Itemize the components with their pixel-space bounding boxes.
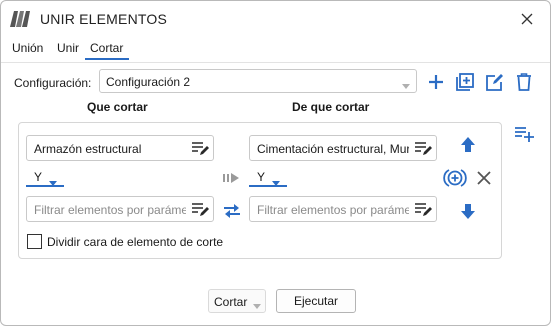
close-icon bbox=[477, 171, 491, 185]
delete-configuration-button[interactable] bbox=[513, 71, 535, 93]
left-parameter-placeholder: Filtrar elementos por parámetro bbox=[34, 203, 186, 217]
configuration-label: Configuración: bbox=[14, 76, 92, 90]
close-button[interactable] bbox=[516, 8, 538, 30]
right-parameter-filter-field[interactable]: Filtrar elementos por parámetro bbox=[249, 196, 437, 222]
tab-divider bbox=[1, 62, 550, 63]
active-tab-indicator bbox=[85, 58, 129, 60]
add-configuration-button[interactable] bbox=[425, 71, 447, 93]
chevron-down-icon bbox=[402, 79, 410, 93]
remove-rule-button[interactable] bbox=[473, 167, 495, 189]
move-down-button[interactable] bbox=[457, 200, 479, 222]
edit-filter-icon[interactable] bbox=[414, 140, 432, 159]
edit-configuration-button[interactable] bbox=[484, 71, 506, 93]
tab-union[interactable]: Unión bbox=[12, 41, 43, 61]
edit-filter-icon[interactable] bbox=[191, 140, 209, 159]
edit-icon bbox=[486, 74, 503, 91]
arrow-down-icon bbox=[461, 204, 475, 219]
add-condition-button[interactable] bbox=[443, 167, 467, 189]
title-bar: UNIR ELEMENTOS bbox=[1, 1, 550, 37]
configuration-select[interactable]: Configuración 2 bbox=[99, 69, 417, 93]
left-filter-value: Armazón estructural bbox=[34, 142, 142, 156]
swap-icon bbox=[224, 204, 240, 218]
right-parameter-placeholder: Filtrar elementos por parámetro bbox=[257, 203, 409, 217]
add-rule-button[interactable] bbox=[513, 122, 535, 144]
add-rule-icon bbox=[515, 127, 534, 142]
edit-filter-icon[interactable] bbox=[191, 201, 209, 220]
mode-value: Cortar bbox=[214, 295, 248, 309]
operator-underline bbox=[26, 185, 64, 187]
left-filter-field[interactable]: Armazón estructural bbox=[26, 135, 214, 161]
arrow-up-icon bbox=[461, 137, 475, 152]
edit-filter-icon[interactable] bbox=[414, 201, 432, 220]
left-operator-select[interactable]: Y bbox=[26, 168, 64, 188]
delete-icon bbox=[517, 73, 531, 91]
right-operator-select[interactable]: Y bbox=[249, 168, 287, 188]
configuration-value: Configuración 2 bbox=[106, 75, 191, 89]
add-condition-icon bbox=[443, 169, 467, 187]
move-up-button[interactable] bbox=[457, 134, 479, 156]
swap-button[interactable] bbox=[221, 200, 243, 222]
split-face-label: Dividir cara de elemento de corte bbox=[47, 235, 224, 249]
duplicate-configuration-button[interactable] bbox=[454, 71, 476, 93]
split-face-checkbox[interactable] bbox=[27, 234, 42, 249]
window-title: UNIR ELEMENTOS bbox=[40, 11, 168, 27]
mode-select[interactable]: Cortar bbox=[208, 289, 266, 313]
right-filter-field[interactable]: Cimentación estructural, Muros bbox=[249, 135, 437, 161]
duplicate-icon bbox=[456, 73, 474, 91]
app-logo-icon bbox=[10, 10, 32, 28]
tab-unir[interactable]: Unir bbox=[57, 41, 79, 61]
what-to-cut-header: Que cortar bbox=[87, 100, 148, 114]
cut-from-header: De que cortar bbox=[292, 100, 370, 114]
close-icon bbox=[521, 13, 533, 25]
execute-button[interactable]: Ejecutar bbox=[276, 289, 356, 313]
add-icon bbox=[429, 75, 443, 89]
left-parameter-filter-field[interactable]: Filtrar elementos por parámetro bbox=[26, 196, 214, 222]
right-operator-value: Y bbox=[257, 170, 266, 184]
cut-direction-icon bbox=[221, 167, 243, 189]
left-operator-value: Y bbox=[34, 170, 43, 184]
right-filter-value: Cimentación estructural, Muros bbox=[257, 142, 409, 156]
unir-elementos-dialog: UNIR ELEMENTOS Unión Unir Cortar Configu… bbox=[0, 0, 551, 326]
operator-underline bbox=[249, 185, 287, 187]
chevron-down-icon bbox=[253, 299, 261, 313]
